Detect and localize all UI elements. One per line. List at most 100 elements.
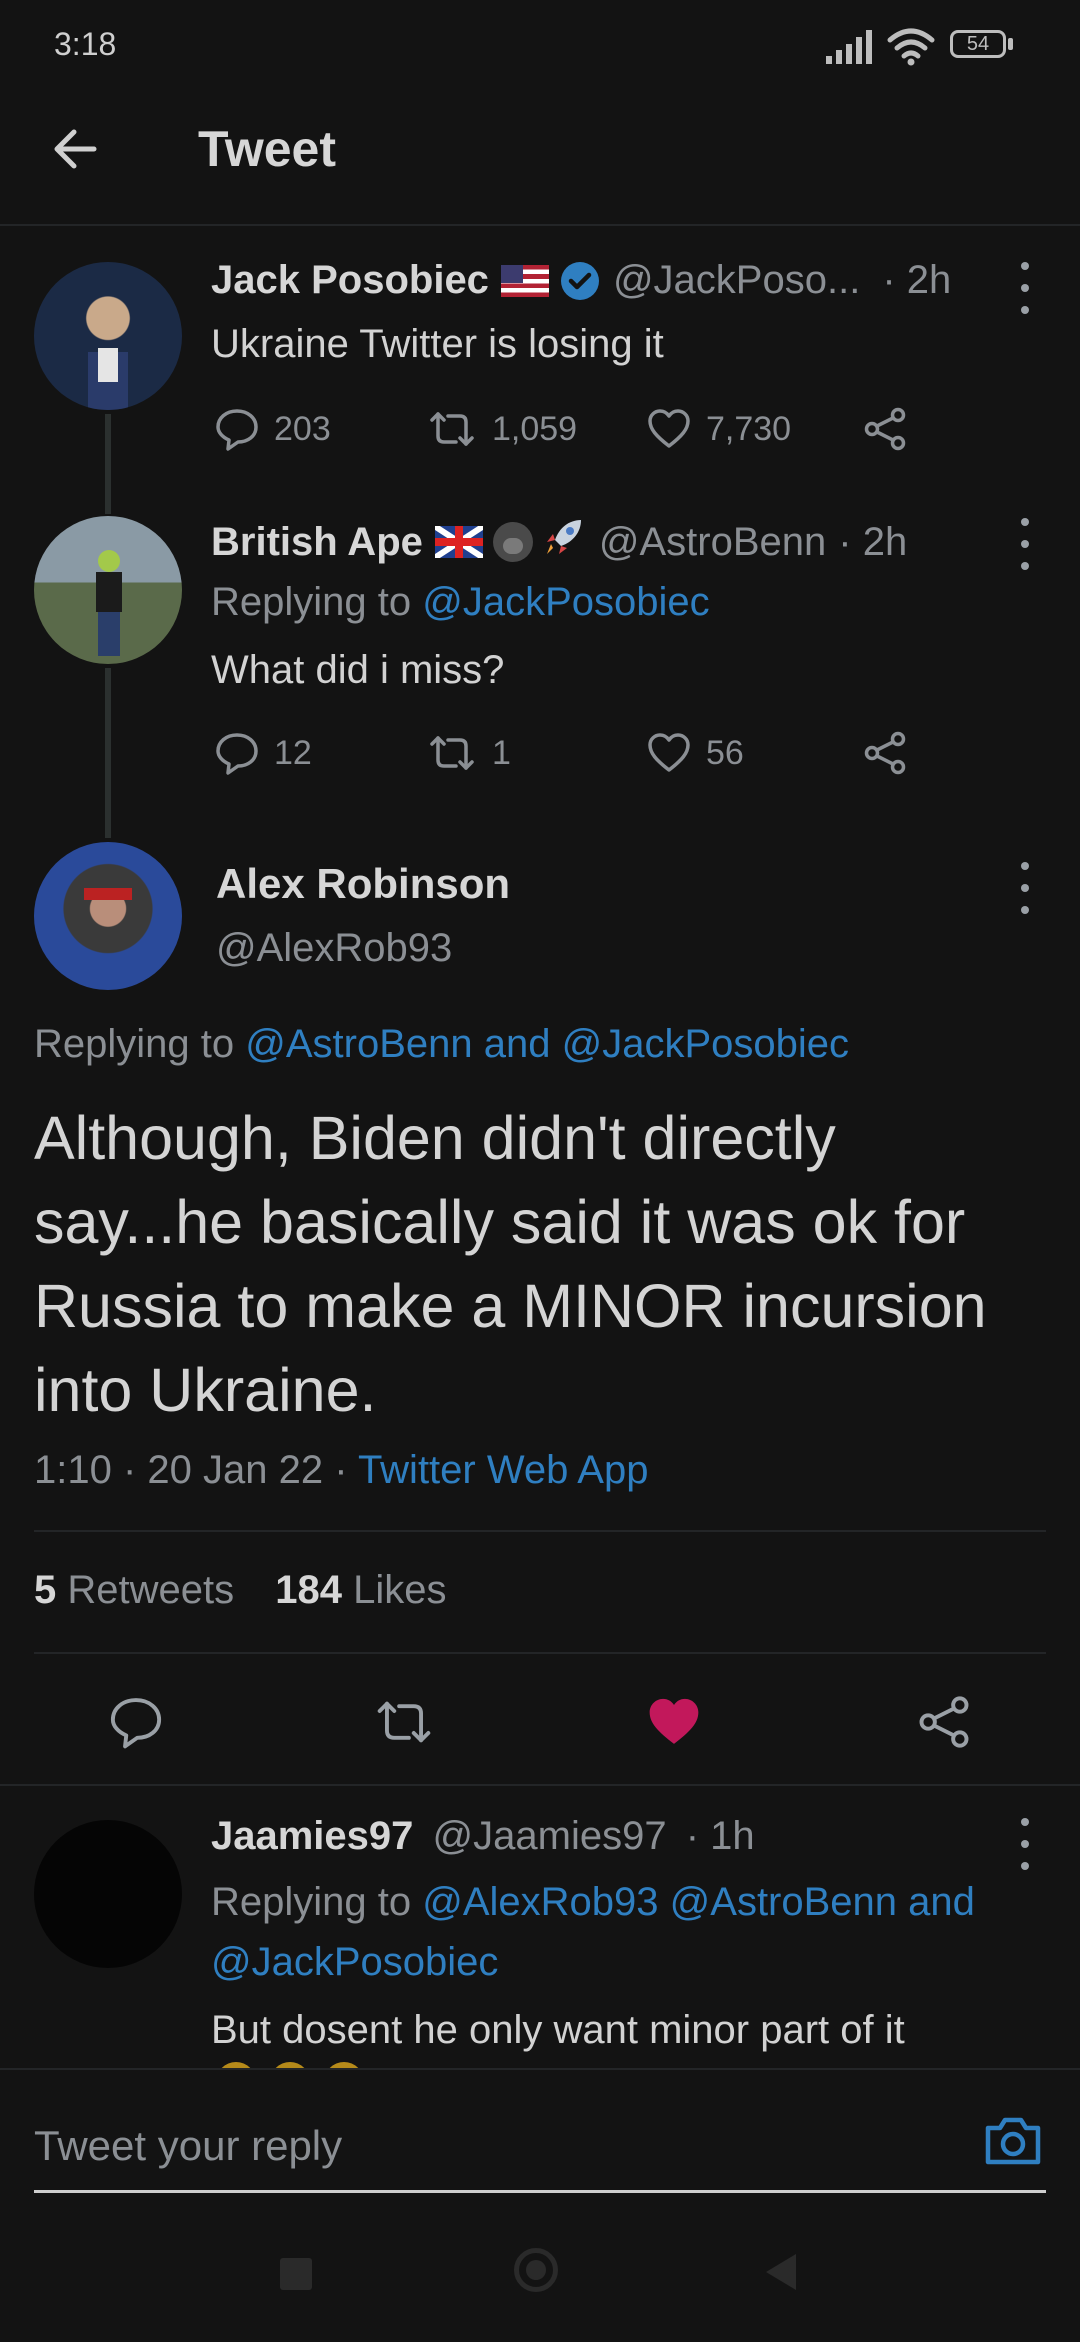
reply-text: But dosent he only want minor part of it [211, 2008, 905, 2052]
tweet-2-replying: Replying to @JackPosobiec [211, 580, 710, 625]
main-reply-button[interactable] [108, 1694, 164, 1750]
counts-divider [34, 1652, 1046, 1654]
reply-replying-to-1[interactable]: @AlexRob93 @AstroBenn and [422, 1880, 975, 1924]
reply-header: Jaamies97 @Jaamies97 · 1h [211, 1814, 755, 1859]
avatar-jack[interactable] [34, 262, 182, 410]
share-icon [919, 1696, 969, 1748]
tweet-2-share[interactable] [862, 730, 908, 776]
status-time: 3:18 [54, 26, 117, 62]
reply-replying-line1: Replying to @AlexRob93 @AstroBenn and [211, 1880, 975, 1925]
back-arrow-icon[interactable] [50, 124, 100, 174]
nav-recents-button[interactable] [280, 2258, 312, 2290]
tweet-1-reply[interactable]: 203 [214, 406, 331, 452]
tweet-1-author[interactable]: Jack Posobiec [211, 258, 489, 303]
reply-icon [216, 733, 258, 775]
main-tweet-meta: 1:10 · 20 Jan 22 · Twitter Web App [34, 1448, 648, 1493]
share-icon [864, 407, 906, 451]
header-divider [0, 224, 1080, 226]
tweet-2-replying-prefix: Replying to [211, 580, 412, 624]
reply-handle[interactable]: @Jaamies97 [433, 1814, 667, 1858]
tweet-1-like-count: 7,730 [706, 409, 792, 448]
main-tweet-timestamp: 1:10 · 20 Jan 22 · [34, 1448, 348, 1492]
reply-replying-to-2[interactable]: @JackPosobiec [211, 1940, 498, 1985]
like-count[interactable]: 184 [275, 1568, 342, 1612]
share-icon [864, 731, 906, 775]
tweet-2-handle[interactable]: @AstroBenn [599, 520, 826, 565]
avatar-jaamies97[interactable] [34, 1820, 182, 1968]
tweet-2-retweet-count: 1 [492, 733, 511, 772]
nav-back-button[interactable] [762, 2252, 798, 2292]
reply-author[interactable]: Jaamies97 [211, 1814, 413, 1858]
retweet-icon [430, 736, 474, 770]
like-icon [648, 733, 690, 772]
reply-icon [216, 409, 258, 451]
main-tweet-replying: Replying to @AstroBenn and @JackPosobiec [34, 1022, 849, 1067]
retweet-count[interactable]: 5 [34, 1568, 56, 1612]
composer-bar [0, 2068, 1080, 2342]
thread-line-2 [105, 668, 111, 838]
tweet-1-more-icon[interactable] [1020, 262, 1030, 314]
tweet-2-reply-count: 12 [274, 733, 312, 772]
wifi-icon [886, 26, 936, 66]
retweet-label[interactable]: Retweets [67, 1568, 234, 1612]
main-tweet-replying-prefix: Replying to [34, 1022, 235, 1066]
battery-tip [1008, 38, 1013, 50]
main-tweet-handle[interactable]: @AlexRob93 [216, 926, 452, 971]
main-tweet-text: Although, Biden didn't directly say...he… [34, 1104, 987, 1424]
main-tweet-source[interactable]: Twitter Web App [358, 1448, 649, 1492]
tweet-1-retweet[interactable]: 1,059 [426, 406, 577, 452]
reply-input-underline [34, 2190, 1046, 2193]
avatar-british-ape[interactable] [34, 516, 182, 664]
gorilla-emoji-icon [492, 522, 533, 562]
like-label[interactable]: Likes [353, 1568, 446, 1612]
nav-home-button[interactable] [514, 2248, 558, 2292]
reply-replying-prefix: Replying to [211, 1880, 412, 1924]
tweet-1-reply-count: 203 [274, 409, 331, 448]
tweet-2-author[interactable]: British Ape [211, 520, 423, 565]
rocket-emoji-icon [541, 514, 587, 570]
thread-line-1 [105, 414, 111, 514]
tweet-1-header: Jack Posobiec @JackPoso... · 2h [211, 258, 951, 303]
tweet-1-retweet-count: 1,059 [492, 409, 578, 448]
tweet-2-text: What did i miss? [211, 648, 505, 692]
main-share-button[interactable] [916, 1694, 972, 1750]
tweet-2-like[interactable]: 56 [646, 730, 744, 776]
main-retweet-button[interactable] [372, 1694, 436, 1750]
us-flag-icon [500, 264, 549, 297]
main-tweet-replying-to[interactable]: @AstroBenn and @JackPosobiec [245, 1022, 849, 1066]
reply-time: · 1h [685, 1814, 755, 1858]
reply-input[interactable]: Tweet your reply [34, 2122, 342, 2170]
tweet-2-time: · 2h [838, 519, 908, 564]
engagement-counts: 5 Retweets 184 Likes [34, 1568, 447, 1613]
action-divider [0, 1784, 1080, 1786]
camera-icon[interactable] [984, 2112, 1042, 2168]
tweet-2-more-icon[interactable] [1020, 518, 1030, 570]
liked-heart-icon [649, 1698, 699, 1744]
tweet-2-reply[interactable]: 12 [214, 730, 312, 776]
verified-icon [559, 260, 601, 302]
retweet-icon [430, 412, 474, 446]
tweet-1-like[interactable]: 7,730 [646, 406, 791, 452]
meta-divider [34, 1530, 1046, 1532]
tweet-2-retweet[interactable]: 1 [426, 730, 511, 776]
tweet-2-like-count: 56 [706, 733, 744, 772]
main-tweet-author[interactable]: Alex Robinson [216, 860, 510, 908]
main-like-button[interactable] [646, 1694, 702, 1750]
tweet-1-time: · 2h [882, 258, 952, 302]
reply-more-icon[interactable] [1020, 1818, 1030, 1870]
uk-flag-icon [434, 526, 483, 558]
avatar-alex-robinson[interactable] [34, 842, 182, 990]
tweet-2-header: British Ape @AstroBenn · 2h [211, 514, 907, 570]
tweet-1-share[interactable] [862, 406, 908, 452]
retweet-icon [377, 1701, 431, 1743]
tweet-1-text: Ukraine Twitter is losing it [211, 322, 664, 366]
tweet-1-handle[interactable]: @JackPoso... [613, 258, 860, 303]
battery-level: 54 [966, 32, 990, 55]
battery-indicator: 54 [950, 30, 1006, 58]
page-title: Tweet [198, 121, 336, 177]
main-tweet-more-icon[interactable] [1020, 862, 1030, 914]
tweet-2-replying-to[interactable]: @JackPosobiec [422, 580, 709, 624]
signal-icon [826, 30, 874, 64]
reply-icon [110, 1698, 162, 1749]
like-icon [648, 409, 690, 448]
